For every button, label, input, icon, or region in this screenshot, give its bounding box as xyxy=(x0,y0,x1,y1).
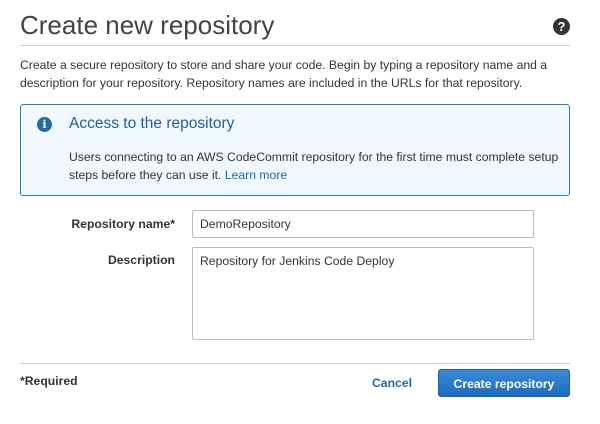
info-panel-text: Users connecting to an AWS CodeCommit re… xyxy=(69,148,559,184)
info-circle-icon: i xyxy=(37,117,52,132)
description-textarea[interactable]: Repository for Jenkins Code Deploy xyxy=(192,247,534,340)
learn-more-link[interactable]: Learn more xyxy=(225,168,287,182)
create-repository-button[interactable]: Create repository xyxy=(438,369,570,397)
description-label: Description xyxy=(107,253,175,267)
info-panel-body: Users connecting to an AWS CodeCommit re… xyxy=(69,150,559,182)
page-title: Create new repository xyxy=(20,10,275,40)
footer-divider xyxy=(20,363,570,364)
intro-text: Create a secure repository to store and … xyxy=(20,58,548,90)
help-circle-icon[interactable]: ? xyxy=(553,18,570,35)
info-panel: i Access to the repository Users connect… xyxy=(20,104,570,196)
repository-name-input[interactable] xyxy=(192,210,534,238)
dialog-header: Create new repository ? xyxy=(20,8,570,48)
create-repository-dialog: Create new repository ? Create a secure … xyxy=(20,0,570,424)
repository-name-label: Repository name* xyxy=(71,217,175,231)
header-divider xyxy=(20,45,570,46)
cancel-button[interactable]: Cancel xyxy=(368,370,416,396)
info-panel-title: Access to the repository xyxy=(69,115,235,132)
required-note: *Required xyxy=(20,374,78,388)
